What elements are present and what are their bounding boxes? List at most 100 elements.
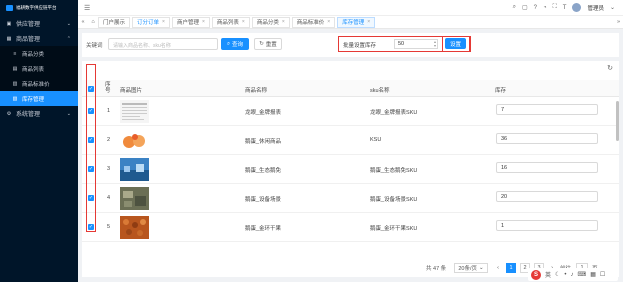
product-name: 龙眼_金牌报表 — [245, 110, 282, 116]
sidebar-item-goods-list[interactable]: ▤ 商品列表 — [0, 61, 78, 76]
sidebar-item-goods[interactable]: ▦ 商品管理 ⌃ — [0, 31, 78, 46]
tab-category[interactable]: 商品分类 × — [251, 16, 290, 28]
product-image — [120, 187, 149, 210]
checkbox-column-highlight — [86, 64, 96, 232]
moon-icon[interactable]: ☾ — [555, 271, 560, 278]
home-icon[interactable]: ⌂ — [88, 19, 98, 25]
page-size-select[interactable]: 20条/页 ⌄ — [454, 263, 488, 273]
menu-fold-icon[interactable]: ☰ — [84, 4, 90, 12]
sku-name: 鹅蛋_设备场景SKU — [370, 197, 418, 203]
table-row[interactable]: ✓ 1 龙眼_金牌报表 龙眼_金牌报表SKU 7 — [82, 97, 619, 126]
table-row[interactable]: ✓ 3 鹅蛋_生态鹅免 鹅蛋_生态鹅免SKU 16 — [82, 155, 619, 184]
close-icon[interactable]: × — [242, 19, 245, 25]
lang-icon[interactable]: 英 — [545, 270, 551, 279]
stock-input[interactable]: 1 — [496, 220, 598, 231]
tab-standard-price[interactable]: 商品标准价 × — [291, 16, 336, 28]
product-image — [120, 100, 149, 123]
stock-input[interactable]: 7 — [496, 104, 598, 115]
tabs-next-icon[interactable]: » — [617, 19, 620, 25]
set-stock-button[interactable]: 设置 — [445, 38, 466, 49]
keyboard-icon[interactable]: ⌨ — [578, 271, 587, 278]
close-icon[interactable]: × — [162, 19, 165, 25]
product-image — [120, 129, 149, 152]
user-name[interactable]: 管理员 — [587, 4, 604, 12]
product-image — [120, 158, 149, 181]
refresh-icon: ↻ — [259, 41, 264, 47]
col-header-sku: sku名称 — [370, 88, 390, 94]
col-header-name: 商品名称 — [245, 88, 268, 94]
stock-input[interactable]: 20 — [496, 191, 598, 202]
search-button[interactable]: ⌕ 查询 — [221, 38, 249, 50]
keyword-input[interactable]: 请输入商品名称、sku名称 — [108, 38, 218, 50]
reset-button-label: 重置 — [265, 42, 277, 48]
tab-bar: « ⌂ 门户展示 订分订单 × 商户管理 × 商品列表 × 商品分类 × 商品标准价 × … — [78, 16, 623, 29]
table-header: ✓ 序号 商品图片 商品名称 sku名称 库存 — [82, 80, 619, 97]
close-icon[interactable]: × — [367, 19, 370, 25]
ime-logo-icon[interactable]: S — [531, 269, 541, 280]
chevron-down-icon: ⌄ — [66, 20, 71, 27]
refresh-icon[interactable]: ↻ — [607, 64, 613, 72]
col-header-image: 商品图片 — [120, 88, 143, 94]
sidebar-item-category[interactable]: ≡ 商品分类 — [0, 46, 78, 61]
tab-label: 商品列表 — [216, 20, 239, 26]
sidebar-item-label: 商品列表 — [22, 66, 45, 73]
chevron-down-icon[interactable]: ⌄ — [610, 4, 615, 11]
stepper-icon[interactable]: ▴ ▾ — [434, 40, 436, 48]
help-icon[interactable]: ? — [534, 5, 537, 11]
close-icon[interactable]: × — [202, 19, 205, 25]
bulk-stock-input[interactable]: 50 ▴ ▾ — [394, 39, 438, 49]
row-no: 3 — [107, 166, 111, 172]
bell-icon[interactable]: ◔ — [543, 5, 547, 11]
truck-icon: ▣ — [6, 20, 12, 27]
prev-page-icon[interactable]: ‹ — [494, 263, 502, 273]
list-icon: ▤ — [12, 65, 18, 72]
font-size-icon[interactable]: T — [563, 5, 567, 11]
stock-input[interactable]: 36 — [496, 133, 598, 144]
fullscreen-icon[interactable]: ⛶ — [553, 4, 557, 11]
tab-inventory[interactable]: 库存管理 × — [337, 16, 376, 28]
shirt-icon[interactable]: ☐ — [600, 271, 605, 278]
page-1[interactable]: 1 — [506, 263, 516, 273]
table-row[interactable]: ✓ 4 鹅蛋_设备场景 鹅蛋_设备场景SKU 20 — [82, 184, 619, 213]
tab-merchant[interactable]: 商户管理 × — [171, 16, 210, 28]
app-logo: 福耕数字供应链平台 — [0, 0, 78, 16]
search-button-label: 查询 — [232, 42, 244, 48]
product-name: 鹅蛋_休闲商品 — [245, 139, 282, 145]
table-row[interactable]: ✓ 2 鹅蛋_休闲商品 KSU 36 — [82, 126, 619, 155]
search-icon: ⌕ — [226, 40, 231, 47]
sku-name: KSU — [370, 137, 382, 143]
stock-input[interactable]: 16 — [496, 162, 598, 173]
reset-button[interactable]: ↻ 重置 — [254, 38, 282, 50]
box-icon: ▦ — [6, 35, 12, 42]
close-icon[interactable]: × — [282, 19, 285, 25]
row-no: 4 — [107, 195, 111, 201]
logo-icon — [6, 5, 13, 11]
logo-text: 福耕数字供应链平台 — [16, 5, 57, 10]
dot-icon[interactable]: • — [564, 272, 566, 278]
bulk-stock-value: 50 — [398, 41, 405, 47]
tab-goods-list[interactable]: 商品列表 × — [211, 16, 250, 28]
sidebar-item-supply[interactable]: ▣ 供应管理 ⌄ — [0, 16, 78, 31]
tab-orders[interactable]: 订分订单 × — [132, 16, 170, 28]
grid-icon[interactable]: ▦ — [590, 271, 596, 278]
tabs-prev-icon[interactable]: « — [78, 19, 88, 25]
avatar[interactable] — [572, 3, 582, 12]
tab-label: 商品标准价 — [296, 20, 325, 26]
table-scrollbar[interactable] — [616, 101, 619, 141]
sidebar-item-label: 商品分类 — [22, 51, 45, 58]
sidebar-item-standard-price[interactable]: ▥ 商品标准价 — [0, 76, 78, 91]
table-row[interactable]: ✓ 5 鹅蛋_金环干果 鹅蛋_金环干果SKU 1 — [82, 213, 619, 242]
warehouse-icon: ▧ — [12, 95, 18, 102]
tab-label: 商户管理 — [176, 20, 199, 26]
code-icon[interactable]: ▢ — [522, 4, 528, 11]
page-size-value: 20条/页 — [458, 266, 478, 272]
tab-portal[interactable]: 门户展示 — [98, 16, 131, 28]
sku-name: 鹅蛋_生态鹅免SKU — [370, 168, 418, 174]
sidebar-item-system[interactable]: ⚙ 系统管理 ⌄ — [0, 106, 78, 121]
close-icon[interactable]: × — [327, 19, 330, 25]
sidebar-item-inventory[interactable]: ▧ 库存管理 — [0, 91, 78, 106]
col-header-no: 序号 — [105, 82, 111, 94]
tag-icon: ▥ — [12, 80, 18, 87]
mic-icon[interactable]: ♪ — [571, 272, 574, 278]
search-icon[interactable]: ⌕ — [513, 4, 516, 11]
